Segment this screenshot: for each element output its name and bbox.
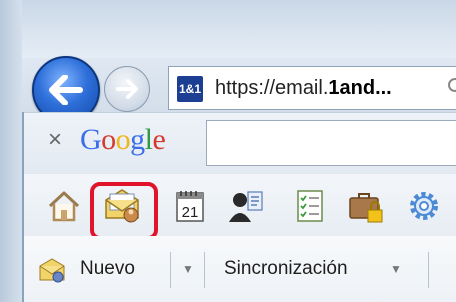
logo-letter: g bbox=[130, 123, 145, 156]
sync-button[interactable]: Sincronización bbox=[224, 258, 348, 280]
calendar-date: 21 bbox=[182, 204, 199, 221]
logo-letter: e bbox=[152, 123, 166, 156]
window-frame-left bbox=[0, 0, 22, 302]
window-frame bbox=[0, 0, 456, 58]
new-mail-icon bbox=[39, 258, 65, 283]
url-prefix: https://email. bbox=[215, 77, 329, 99]
separator bbox=[204, 252, 205, 288]
home-icon[interactable] bbox=[44, 186, 84, 226]
logo-letter: o bbox=[115, 123, 131, 156]
briefcase-lock-icon[interactable] bbox=[346, 186, 386, 226]
address-bar[interactable]: 1&1 https://email.1and... bbox=[168, 66, 456, 110]
new-dropdown-arrow[interactable]: ▼ bbox=[182, 262, 194, 276]
new-button[interactable]: Nuevo bbox=[80, 258, 135, 280]
site-favicon: 1&1 bbox=[177, 76, 203, 102]
arrow-right-icon bbox=[116, 79, 138, 99]
highlight-box bbox=[90, 182, 158, 240]
calendar-icon[interactable]: 21 bbox=[170, 186, 210, 226]
arrow-left-icon bbox=[49, 75, 83, 105]
url-text: https://email.1and... bbox=[215, 77, 392, 100]
separator bbox=[170, 252, 171, 288]
forward-button[interactable] bbox=[104, 66, 150, 112]
tasks-icon[interactable] bbox=[290, 186, 330, 226]
separator bbox=[428, 252, 429, 288]
sync-dropdown-arrow[interactable]: ▼ bbox=[390, 262, 402, 276]
google-logo: Google bbox=[80, 123, 166, 156]
gear-icon[interactable] bbox=[404, 186, 444, 226]
url-domain: 1and... bbox=[328, 77, 392, 99]
logo-letter: G bbox=[80, 123, 102, 156]
search-icon[interactable] bbox=[447, 77, 456, 99]
close-toolbar-button[interactable]: × bbox=[48, 128, 62, 152]
contacts-icon[interactable] bbox=[226, 186, 266, 226]
google-search-input[interactable] bbox=[206, 120, 456, 166]
logo-letter: l bbox=[144, 123, 153, 156]
logo-letter: o bbox=[101, 123, 116, 156]
